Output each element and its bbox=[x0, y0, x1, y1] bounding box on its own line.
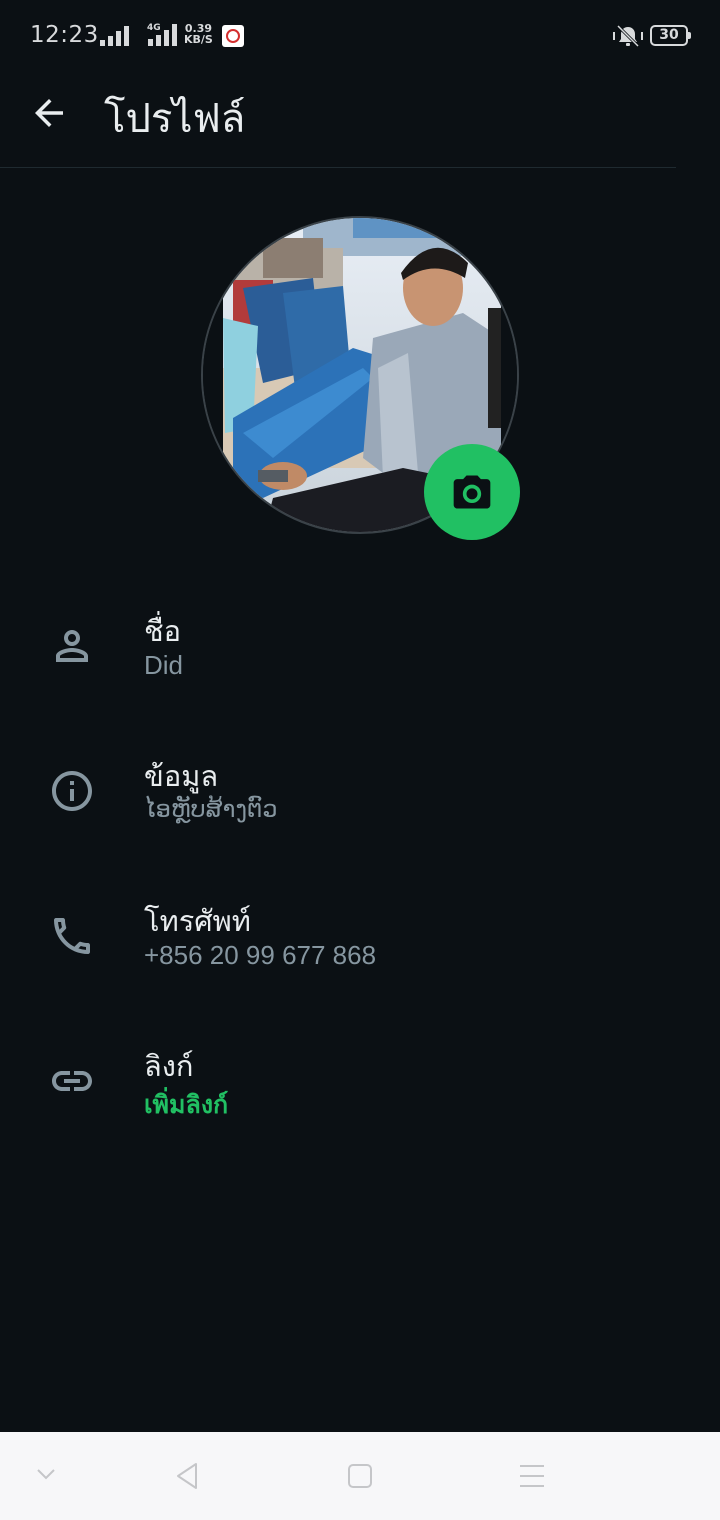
system-nav-bar bbox=[0, 1432, 720, 1520]
status-bar: 12:23 4G 0.39 KB/S 30 bbox=[0, 0, 720, 72]
page-title: โปรไฟล์ bbox=[104, 96, 246, 142]
app-header: โปรไฟล์ bbox=[0, 72, 720, 168]
name-row[interactable]: ชื่อ Did bbox=[0, 600, 720, 720]
link-icon bbox=[52, 1071, 92, 1091]
nav-menu-icon[interactable] bbox=[518, 1460, 546, 1492]
signal-icon bbox=[100, 26, 129, 46]
header-divider bbox=[0, 167, 676, 168]
phone-icon bbox=[54, 918, 90, 954]
network-speed: 0.39 KB/S bbox=[184, 23, 213, 45]
speed-unit: KB/S bbox=[184, 33, 213, 46]
back-arrow-icon[interactable] bbox=[28, 92, 70, 134]
links-label: ลิงก์ bbox=[144, 1049, 194, 1083]
phone-value: +856 20 99 677 868 bbox=[144, 940, 377, 970]
links-row[interactable]: ลิงก์ เพิ่มลิงก์ bbox=[0, 1035, 720, 1155]
about-row[interactable]: ข้อมูล ໄອຫຼັບສ້າງຕົວ bbox=[0, 745, 720, 865]
camera-icon bbox=[453, 475, 491, 509]
nav-home-icon[interactable] bbox=[346, 1460, 374, 1492]
avatar-section bbox=[201, 216, 520, 540]
status-time: 12:23 bbox=[30, 22, 99, 48]
phone-row[interactable]: โทรศัพท์ +856 20 99 677 868 bbox=[0, 890, 720, 1010]
app-notification-icon bbox=[222, 25, 244, 47]
about-label: ข้อมูล bbox=[144, 759, 219, 793]
battery-indicator: 30 bbox=[650, 25, 691, 46]
phone-label: โทรศัพท์ bbox=[144, 904, 251, 938]
person-icon bbox=[56, 630, 88, 662]
chevron-down-icon[interactable] bbox=[34, 1466, 58, 1482]
name-value: Did bbox=[144, 650, 184, 680]
about-value: ໄອຫຼັບສ້າງຕົວ bbox=[144, 795, 278, 823]
signal-4g-icon bbox=[148, 24, 177, 46]
profile-screen: 12:23 4G 0.39 KB/S 30 โปรไฟล์ ชื่อ Did ข… bbox=[0, 0, 720, 1520]
name-label: ชื่อ bbox=[144, 614, 182, 648]
add-link-button[interactable]: เพิ่มลิงก์ bbox=[144, 1085, 228, 1125]
info-icon bbox=[52, 771, 92, 811]
nav-back-icon[interactable] bbox=[172, 1460, 202, 1492]
mute-vibrate-icon bbox=[613, 24, 643, 48]
change-photo-button[interactable] bbox=[424, 444, 520, 540]
